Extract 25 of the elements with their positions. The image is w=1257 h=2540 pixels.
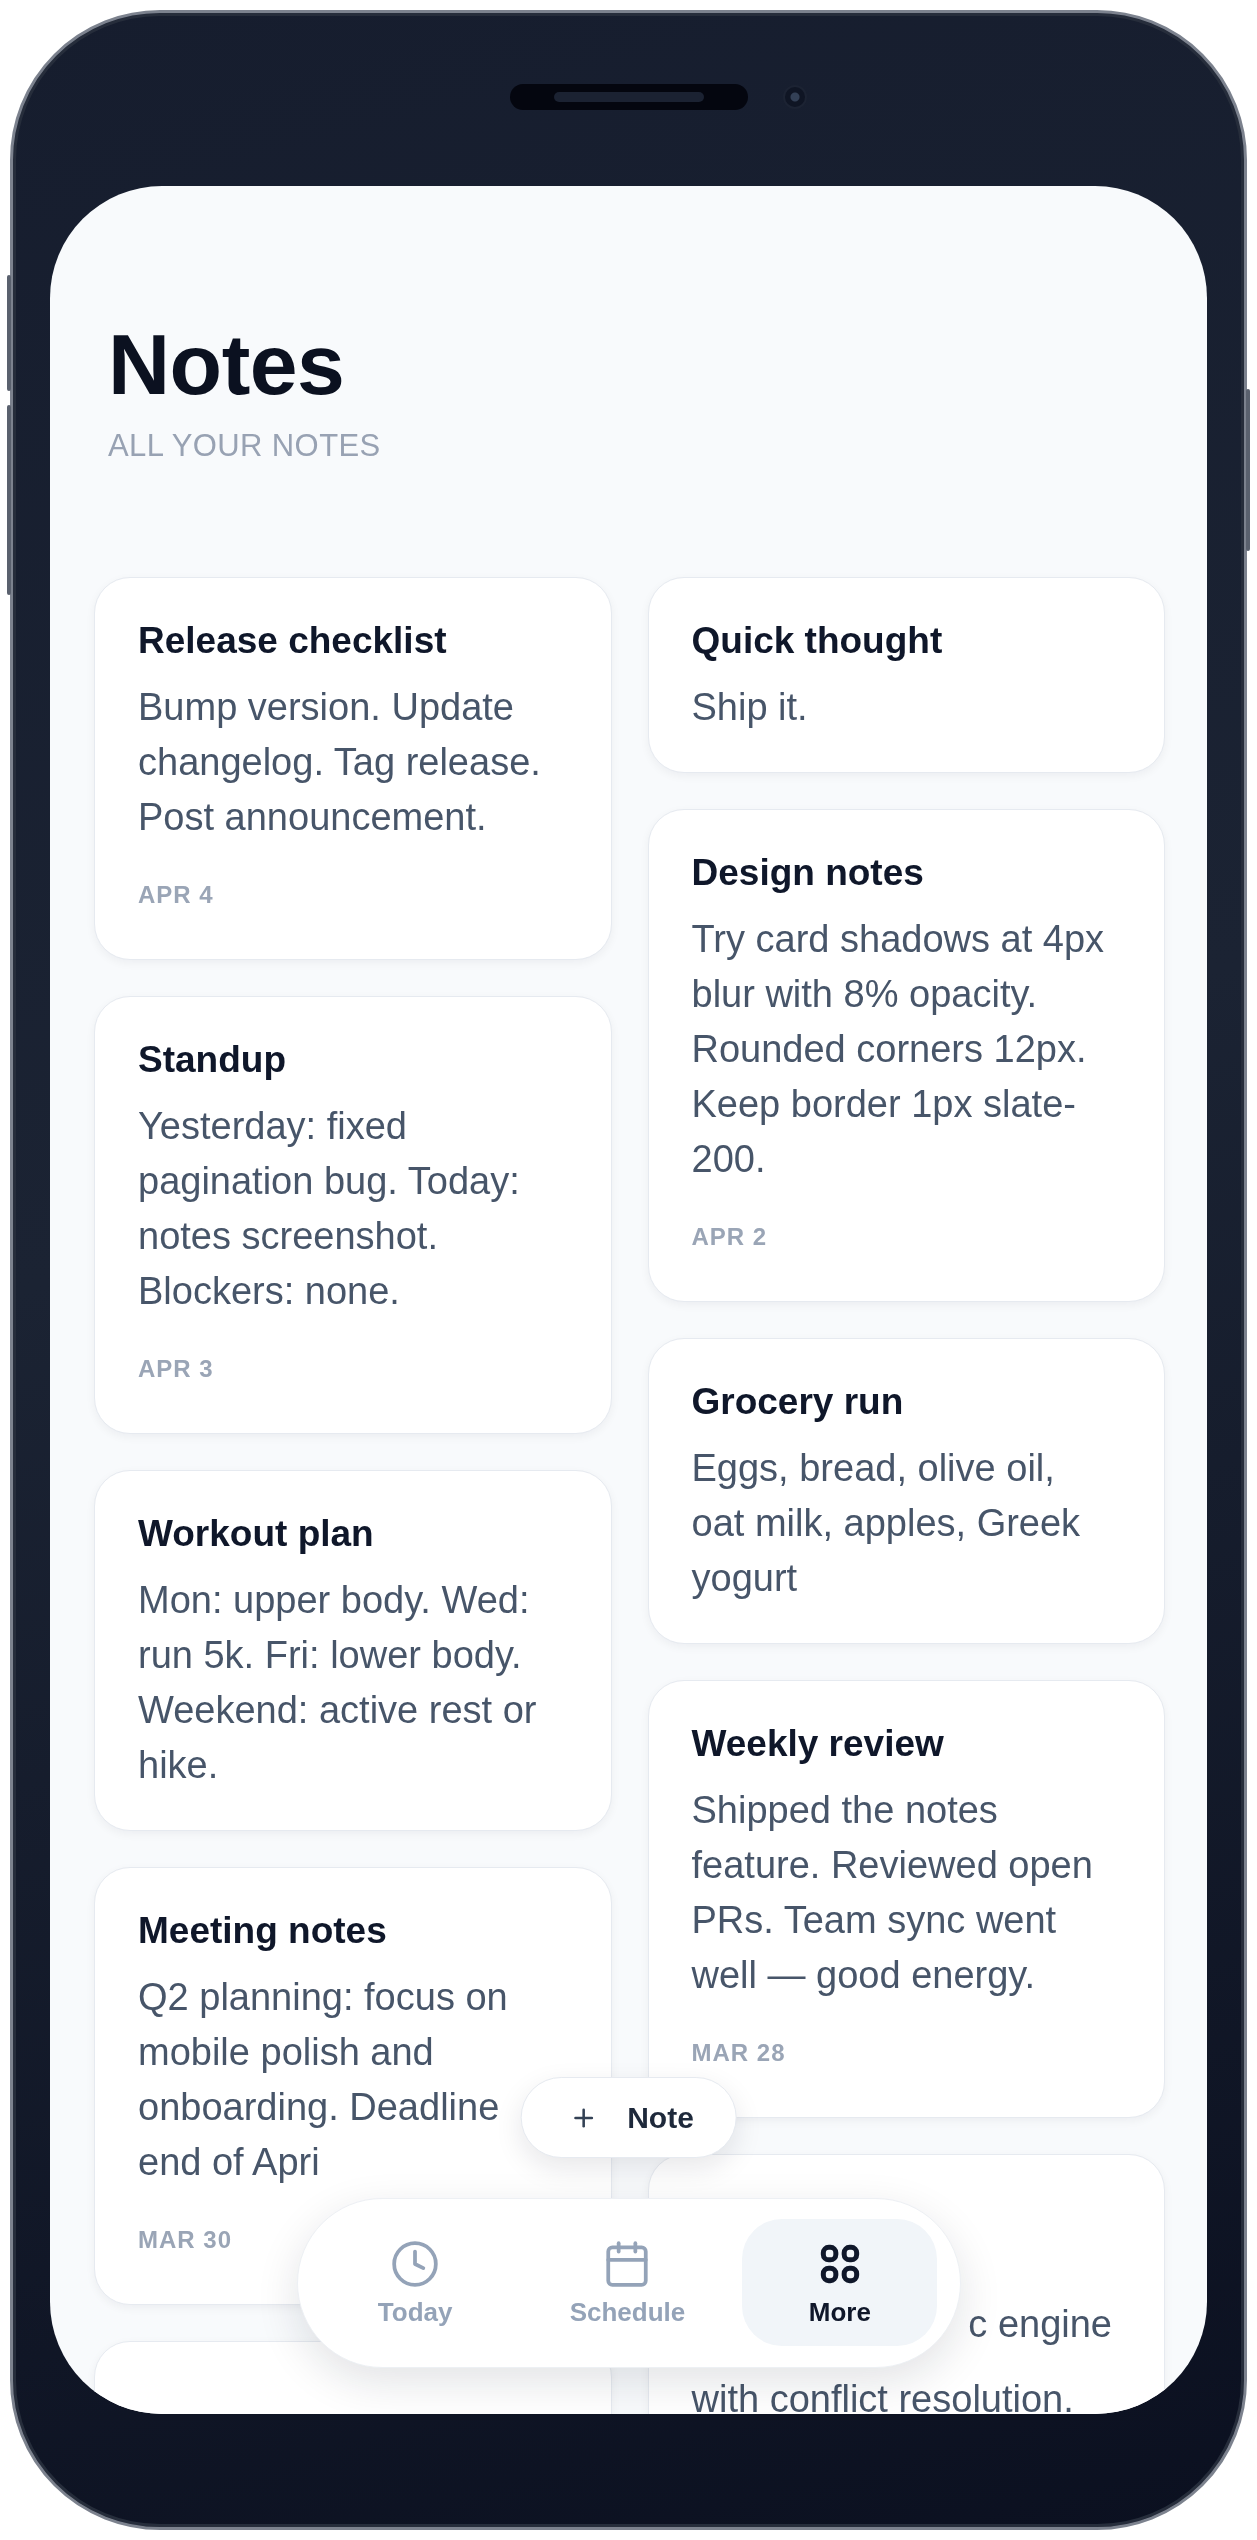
note-date: APR 2 <box>691 1222 768 1252</box>
note-body: Try card shadows at 4px blur with 8% opacity. Rounded corners 12px. Keep border 1px slate-200. <box>691 917 1106 1182</box>
note-body: Yesterday: fixed pagination bug. Today: notes screenshot. Blockers: none. <box>138 1104 521 1314</box>
note-title: Grocery run <box>691 1380 904 1424</box>
note-body: Shipped the notes feature. Reviewed open PRs. Team sync went well — good energy. <box>691 1788 1094 1998</box>
page-title: Notes <box>108 321 345 407</box>
note-body: with conflict resolution. <box>691 2378 1074 2414</box>
note-title: Meeting notes <box>138 1909 387 1953</box>
note-body: c engine <box>968 2302 1112 2347</box>
note-body: Eggs, bread, olive oil, oat milk, apples, Greek yogurt <box>691 1446 1082 1601</box>
note-body: Q2 planning: focus on mobile polish and onboarding. Deadline end of Apri <box>138 1975 509 2185</box>
note-date: APR 3 <box>138 1354 214 1384</box>
note-body: Bump version. Update changelog. Tag release. Post announcement. <box>138 685 542 840</box>
note-date: MAR 30 <box>138 2225 233 2255</box>
note-body: Ship it. <box>691 685 809 730</box>
note-date: MAR 28 <box>691 2038 786 2068</box>
note-title: Workout plan <box>138 1512 374 1556</box>
note-body: Mon: upper body. Wed: run 5k. Fri: lower body. Weekend: active rest or hike. <box>138 1578 538 1788</box>
note-title: Weekly review <box>691 1722 944 1766</box>
note-title: Release checklist <box>138 619 447 663</box>
page-subtitle: ALL YOUR NOTES <box>108 427 381 464</box>
note-title: Quick thought <box>691 619 943 663</box>
note-date: APR 4 <box>138 880 214 910</box>
note-title: Design notes <box>691 851 924 895</box>
note-title: Standup <box>138 1038 286 1082</box>
